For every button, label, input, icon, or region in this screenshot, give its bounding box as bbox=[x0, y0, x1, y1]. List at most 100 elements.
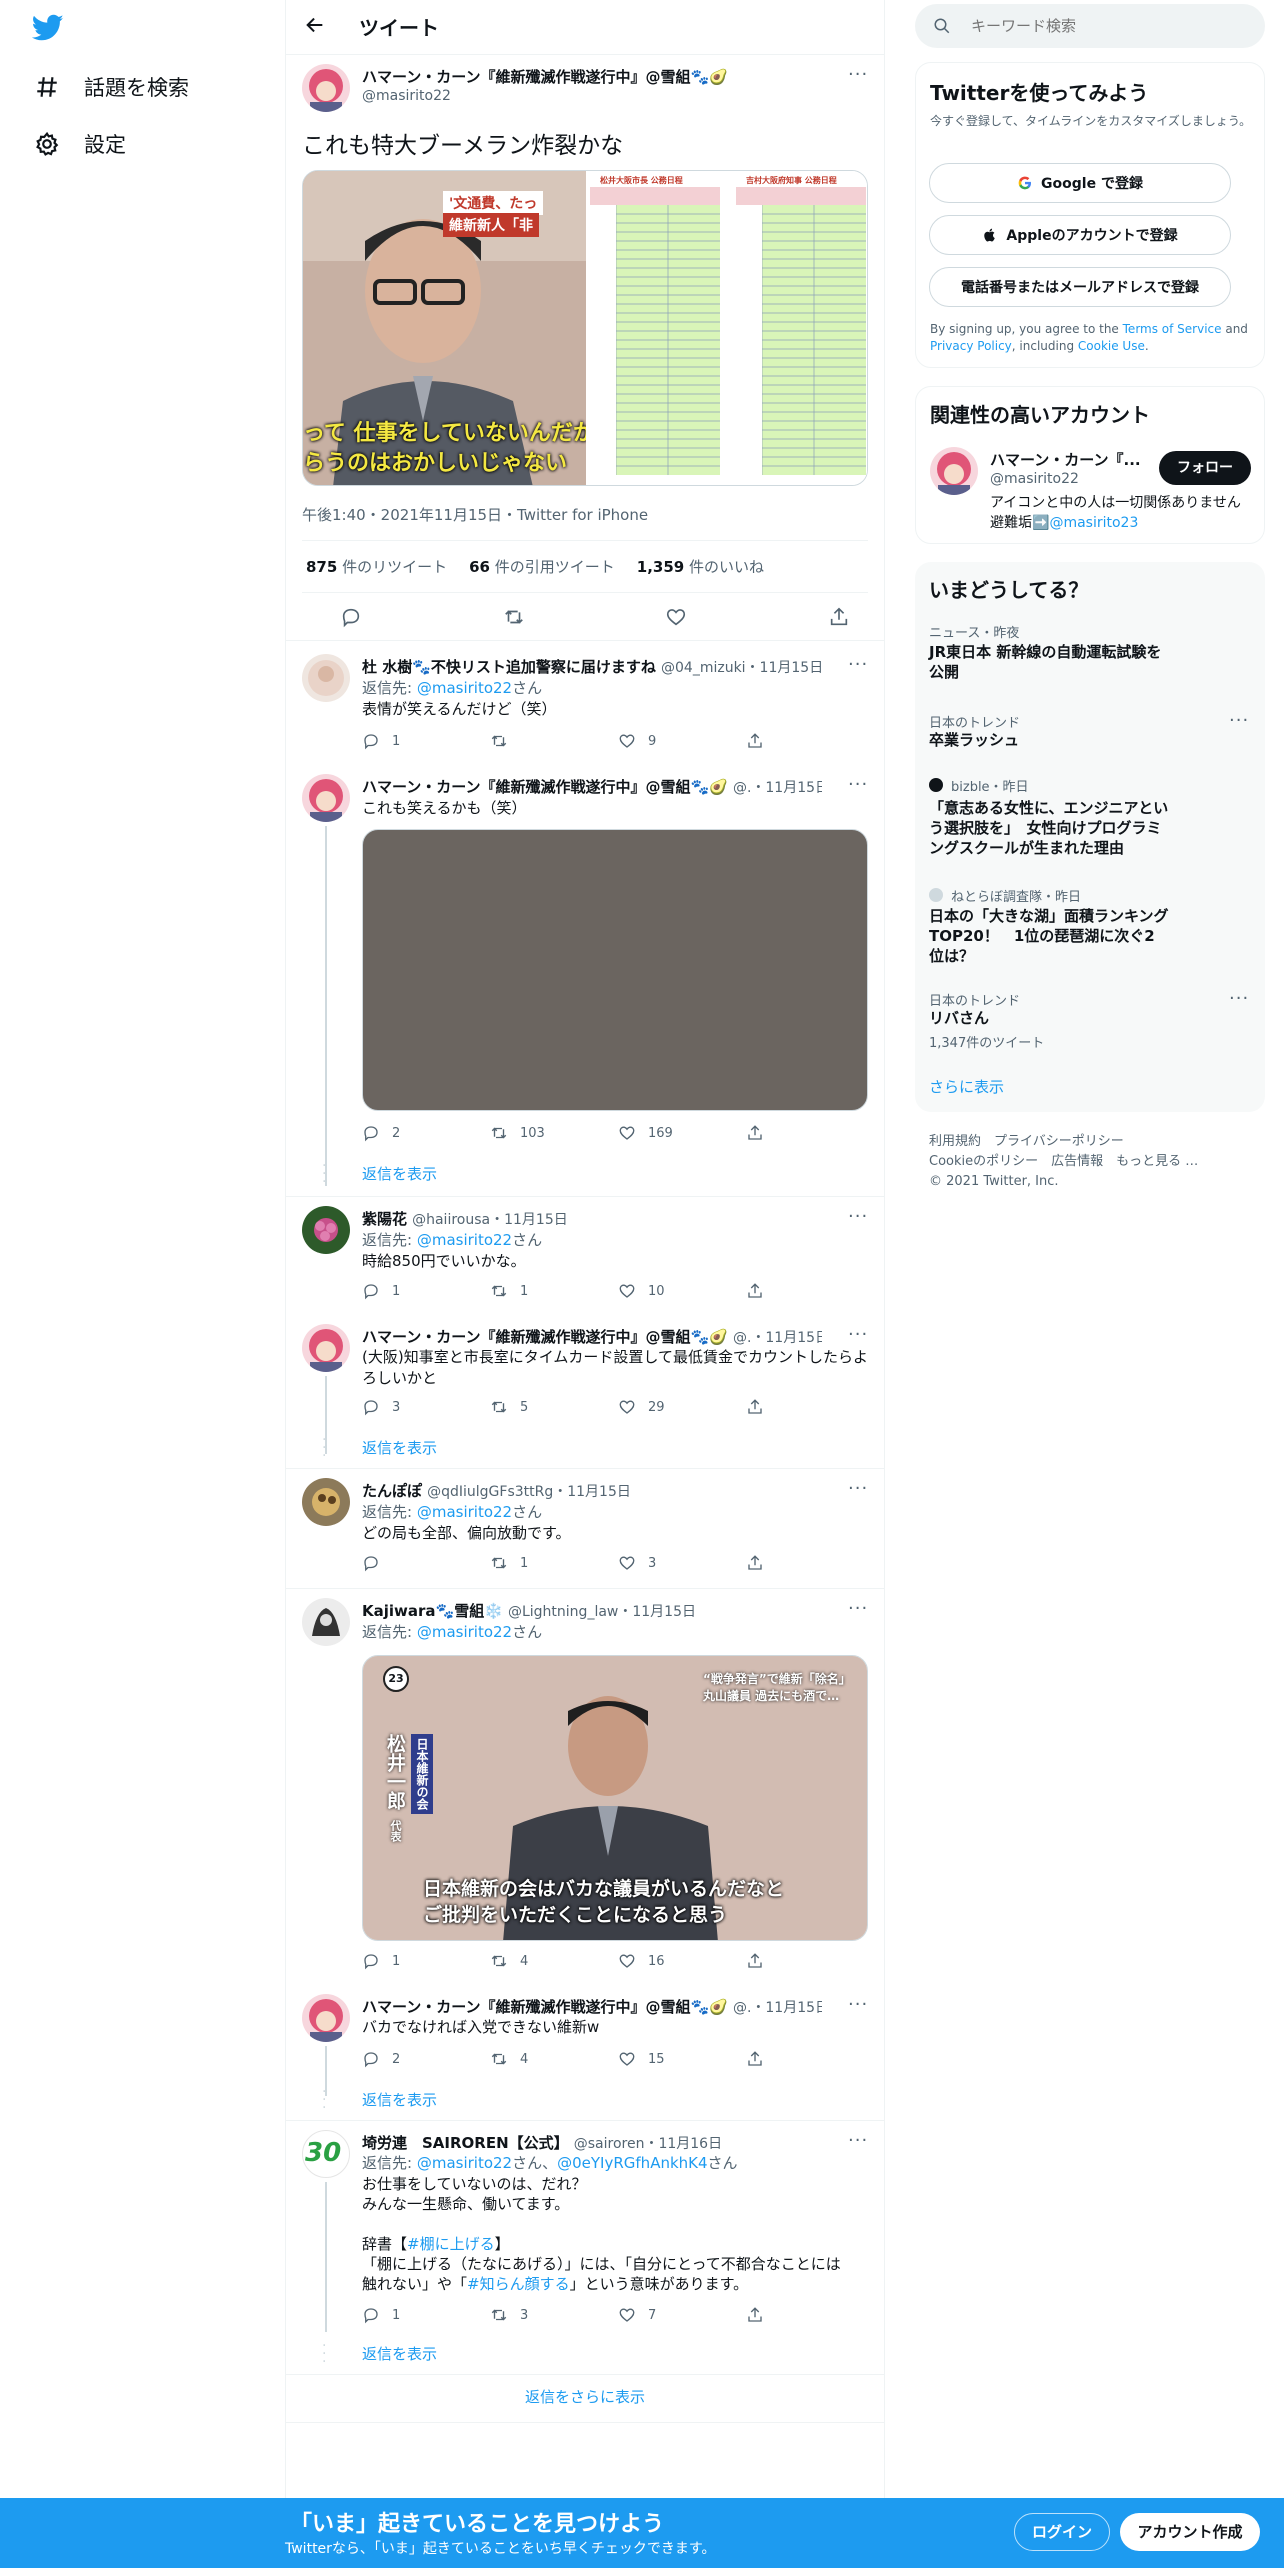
author-meta[interactable]: @haiirousa・11月15日 bbox=[412, 1212, 568, 1228]
tweet-timestamp[interactable]: 午後1:40・2021年11月15日・Twitter for iPhone bbox=[302, 504, 648, 525]
more-options-icon[interactable]: ··· bbox=[1229, 988, 1249, 1009]
mention-link[interactable]: @masirito22 bbox=[417, 2154, 512, 2172]
author-meta[interactable]: @.・11月15日 bbox=[733, 1330, 822, 1346]
reply-icon[interactable] bbox=[340, 606, 362, 628]
footer-link[interactable]: 利用規約 bbox=[929, 1134, 981, 1149]
show-replies-link[interactable]: 返信を表示 bbox=[362, 1163, 437, 1184]
more-options-icon[interactable]: ··· bbox=[848, 1206, 868, 1227]
reply-button[interactable] bbox=[362, 1554, 490, 1572]
author-meta[interactable]: @.・11月15日 bbox=[733, 2000, 822, 2016]
retweet-button[interactable]: 103 bbox=[490, 1124, 618, 1142]
bio-link[interactable]: @masirito23 bbox=[1049, 515, 1138, 531]
share-button[interactable] bbox=[746, 1554, 874, 1572]
footer-link[interactable]: Cookieのポリシー bbox=[929, 1154, 1038, 1169]
avatar[interactable] bbox=[302, 1324, 350, 1372]
share-icon[interactable] bbox=[828, 606, 850, 628]
login-button[interactable]: ログイン bbox=[1014, 2513, 1110, 2551]
author-name[interactable]: 埼労連 SAIROREN【公式】 bbox=[362, 2134, 569, 2152]
phone-signup-button[interactable]: 電話番号またはメールアドレスで登録 bbox=[929, 267, 1231, 307]
mention-link[interactable]: @masirito22 bbox=[417, 1623, 512, 1641]
footer-link[interactable]: もっと見る … bbox=[1116, 1154, 1198, 1169]
retweet-button[interactable]: 4 bbox=[490, 1952, 618, 1970]
like-stat[interactable]: 1,359 件のいいね bbox=[637, 556, 764, 577]
like-button[interactable]: 29 bbox=[618, 1398, 746, 1416]
show-replies-link[interactable]: 返信を表示 bbox=[362, 2343, 437, 2364]
search-input[interactable] bbox=[971, 14, 1241, 38]
author-meta[interactable]: @qdIiulgGFs3ttRg・11月15日 bbox=[427, 1484, 631, 1500]
tweet-media[interactable]: '文通費、たっ 維新新人「非 って 仕事をしていないんだか らうのはおかしいじゃ… bbox=[302, 170, 868, 486]
footer-link[interactable]: プライバシーポリシー bbox=[994, 1134, 1124, 1149]
more-options-icon[interactable]: ··· bbox=[848, 774, 868, 795]
author-meta[interactable]: @.・11月15日 bbox=[733, 780, 822, 796]
more-options-icon[interactable]: ··· bbox=[848, 1994, 868, 2015]
avatar[interactable] bbox=[302, 1598, 350, 1646]
retweet-button[interactable]: 4 bbox=[490, 2050, 618, 2068]
related-name[interactable]: ハマーン・カーン『... bbox=[990, 449, 1150, 470]
like-icon[interactable] bbox=[665, 606, 687, 628]
search-bar[interactable] bbox=[915, 4, 1265, 48]
retweet-stat[interactable]: 875 件のリツイート bbox=[306, 556, 447, 577]
more-options-icon[interactable]: ··· bbox=[848, 1478, 868, 1499]
show-more-replies-link[interactable]: 返信をさらに表示 bbox=[286, 2386, 884, 2407]
more-options-icon[interactable]: ··· bbox=[848, 654, 868, 675]
mention-link[interactable]: @masirito22 bbox=[417, 679, 512, 697]
avatar[interactable]: 30 bbox=[302, 2130, 350, 2178]
reply-button[interactable]: 2 bbox=[362, 2050, 490, 2068]
reply-button[interactable]: 1 bbox=[362, 2306, 490, 2324]
more-options-icon[interactable]: ··· bbox=[848, 1324, 868, 1345]
reply-button[interactable]: 3 bbox=[362, 1398, 490, 1416]
like-button[interactable]: 7 bbox=[618, 2306, 746, 2324]
nav-explore[interactable]: 話題を検索 bbox=[34, 72, 189, 102]
like-button[interactable]: 3 bbox=[618, 1554, 746, 1572]
hashtag-link-2[interactable]: #知らん顔する bbox=[467, 2275, 570, 2293]
signup-button[interactable]: アカウント作成 bbox=[1120, 2513, 1260, 2551]
show-replies-link[interactable]: 返信を表示 bbox=[362, 2089, 437, 2110]
retweet-button[interactable]: 3 bbox=[490, 2306, 618, 2324]
author-meta[interactable]: @Lightning_law・11月15日 bbox=[508, 1604, 696, 1620]
share-button[interactable] bbox=[746, 1952, 874, 1970]
avatar[interactable] bbox=[930, 447, 978, 495]
more-options-icon[interactable]: ··· bbox=[848, 64, 868, 85]
author-name[interactable]: ハマーン・カーン『維新殲滅作戦遂行中』@雪組🐾🥑 bbox=[362, 66, 802, 87]
like-button[interactable]: 10 bbox=[618, 1282, 746, 1300]
reply-button[interactable]: 1 bbox=[362, 1952, 490, 1970]
like-button[interactable]: 16 bbox=[618, 1952, 746, 1970]
share-button[interactable] bbox=[746, 2306, 874, 2324]
more-options-icon[interactable]: ··· bbox=[1229, 710, 1249, 731]
retweet-button[interactable]: 5 bbox=[490, 1398, 618, 1416]
like-button[interactable]: 9 bbox=[618, 732, 746, 750]
trends-show-more[interactable]: さらに表示 bbox=[929, 1076, 1004, 1097]
author-name[interactable]: たんぽぽ bbox=[362, 1482, 422, 1500]
share-button[interactable] bbox=[746, 1124, 874, 1142]
follow-button[interactable]: フォロー bbox=[1159, 451, 1251, 485]
reply-button[interactable]: 1 bbox=[362, 1282, 490, 1300]
avatar[interactable] bbox=[302, 1478, 350, 1526]
hashtag-link-1[interactable]: #棚に上げる bbox=[407, 2235, 495, 2253]
share-button[interactable] bbox=[746, 2050, 874, 2068]
avatar[interactable] bbox=[302, 1206, 350, 1254]
cookie-link[interactable]: Cookie Use bbox=[1078, 339, 1145, 353]
quote-stat[interactable]: 66 件の引用ツイート bbox=[469, 556, 615, 577]
twitter-logo-icon[interactable] bbox=[31, 14, 64, 46]
reply-media[interactable]: 23 日本維新の会 松井一郎 代表 “戦争発言”で維新「除名」 丸山議員 過去に… bbox=[362, 1655, 868, 1941]
retweet-button[interactable]: 1 bbox=[490, 1554, 618, 1572]
avatar[interactable] bbox=[302, 654, 350, 702]
avatar[interactable] bbox=[302, 1994, 350, 2042]
more-options-icon[interactable]: ··· bbox=[848, 1598, 868, 1619]
share-button[interactable] bbox=[746, 1398, 874, 1416]
like-button[interactable]: 169 bbox=[618, 1124, 746, 1142]
reply-button[interactable]: 2 bbox=[362, 1124, 490, 1142]
retweet-button[interactable] bbox=[490, 732, 618, 750]
footer-link[interactable]: 広告情報 bbox=[1051, 1154, 1103, 1169]
author-name[interactable]: Kajiwara🐾雪組❄️ bbox=[362, 1602, 503, 1620]
mention-link[interactable]: @masirito22 bbox=[417, 1231, 512, 1249]
author-name[interactable]: ハマーン・カーン『維新殲滅作戦遂行中』@雪組🐾🥑 bbox=[362, 778, 728, 796]
back-arrow-icon[interactable] bbox=[304, 14, 326, 40]
retweet-icon[interactable] bbox=[503, 606, 525, 628]
share-button[interactable] bbox=[746, 732, 874, 750]
apple-signup-button[interactable]: Appleのアカウントで登録 bbox=[929, 215, 1231, 255]
author-meta[interactable]: @04_mizuki・11月15日 bbox=[661, 660, 822, 676]
like-button[interactable]: 15 bbox=[618, 2050, 746, 2068]
mention-link[interactable]: @masirito22 bbox=[417, 1503, 512, 1521]
more-options-icon[interactable]: ··· bbox=[848, 2130, 868, 2151]
